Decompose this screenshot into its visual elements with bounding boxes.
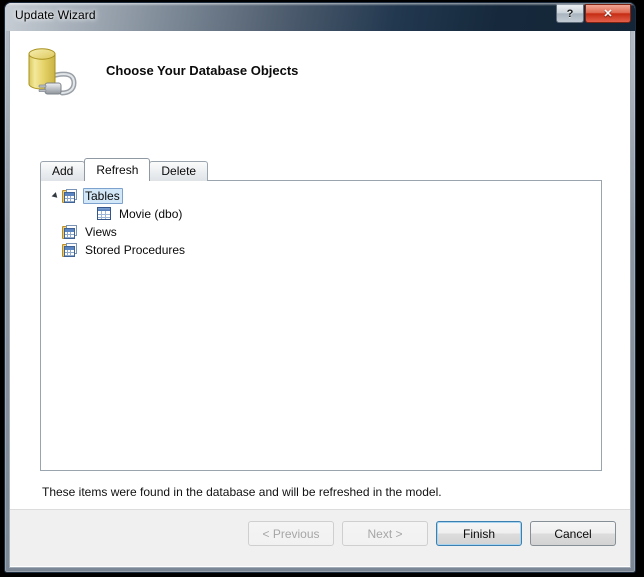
tab-refresh[interactable]: Refresh [84, 158, 151, 181]
table-icon [96, 206, 113, 222]
tree-item-stored-procedures[interactable]: Stored Procedures [41, 241, 601, 259]
next-button-label: Next > [367, 526, 403, 541]
close-button[interactable]: ✕ [585, 4, 631, 23]
folder-grid-icon [62, 224, 79, 240]
database-objects-tree[interactable]: Tables Movie (dbo) Views Stored Procedur… [40, 180, 602, 471]
tree-item-tables[interactable]: Tables [41, 187, 601, 205]
tab-refresh-label: Refresh [96, 163, 139, 177]
close-icon: ✕ [603, 8, 613, 20]
tab-strip: Add Refresh Delete [40, 158, 209, 181]
question-mark-icon: ? [566, 7, 574, 20]
tree-item-tables-label: Tables [83, 188, 123, 204]
finish-button[interactable]: Finish [436, 521, 522, 546]
next-button[interactable]: Next > [342, 521, 428, 546]
wizard-buttons: < Previous Next > Finish Cancel [248, 521, 616, 546]
cancel-button[interactable]: Cancel [530, 521, 616, 546]
window-controls: ? ✕ [556, 4, 631, 23]
help-button[interactable]: ? [556, 4, 584, 23]
button-bar: < Previous Next > Finish Cancel [10, 509, 630, 567]
title-bar[interactable]: Update Wizard ? ✕ [5, 3, 635, 31]
folder-grid-icon [62, 242, 79, 258]
dialog-client-area: Choose Your Database Objects Add Refresh… [9, 31, 631, 568]
tab-delete[interactable]: Delete [149, 161, 209, 181]
update-wizard-window: Update Wizard ? ✕ Choose Your Database O… [4, 2, 636, 573]
previous-button[interactable]: < Previous [248, 521, 334, 546]
tree-item-movie-dbo[interactable]: Movie (dbo) [41, 205, 601, 223]
folder-grid-icon [62, 188, 79, 204]
database-plug-icon [22, 43, 86, 103]
title-bar-sheen [5, 3, 635, 6]
expander-expanded-icon[interactable] [49, 190, 62, 203]
tree-item-movie-dbo-label: Movie (dbo) [119, 207, 183, 221]
page-title: Choose Your Database Objects [106, 63, 299, 78]
header-area: Choose Your Database Objects [10, 31, 630, 117]
tree-item-stored-procedures-label: Stored Procedures [85, 243, 186, 257]
tab-delete-label: Delete [161, 164, 197, 178]
tree-item-views[interactable]: Views [41, 223, 601, 241]
tab-add[interactable]: Add [40, 161, 86, 181]
tree-item-views-label: Views [85, 225, 117, 239]
status-description: These items were found in the database a… [42, 485, 442, 499]
previous-button-label: < Previous [262, 526, 320, 541]
tab-add-label: Add [52, 164, 74, 178]
window-title: Update Wizard [15, 8, 96, 22]
cancel-button-label: Cancel [554, 526, 592, 541]
finish-button-label: Finish [462, 526, 495, 541]
